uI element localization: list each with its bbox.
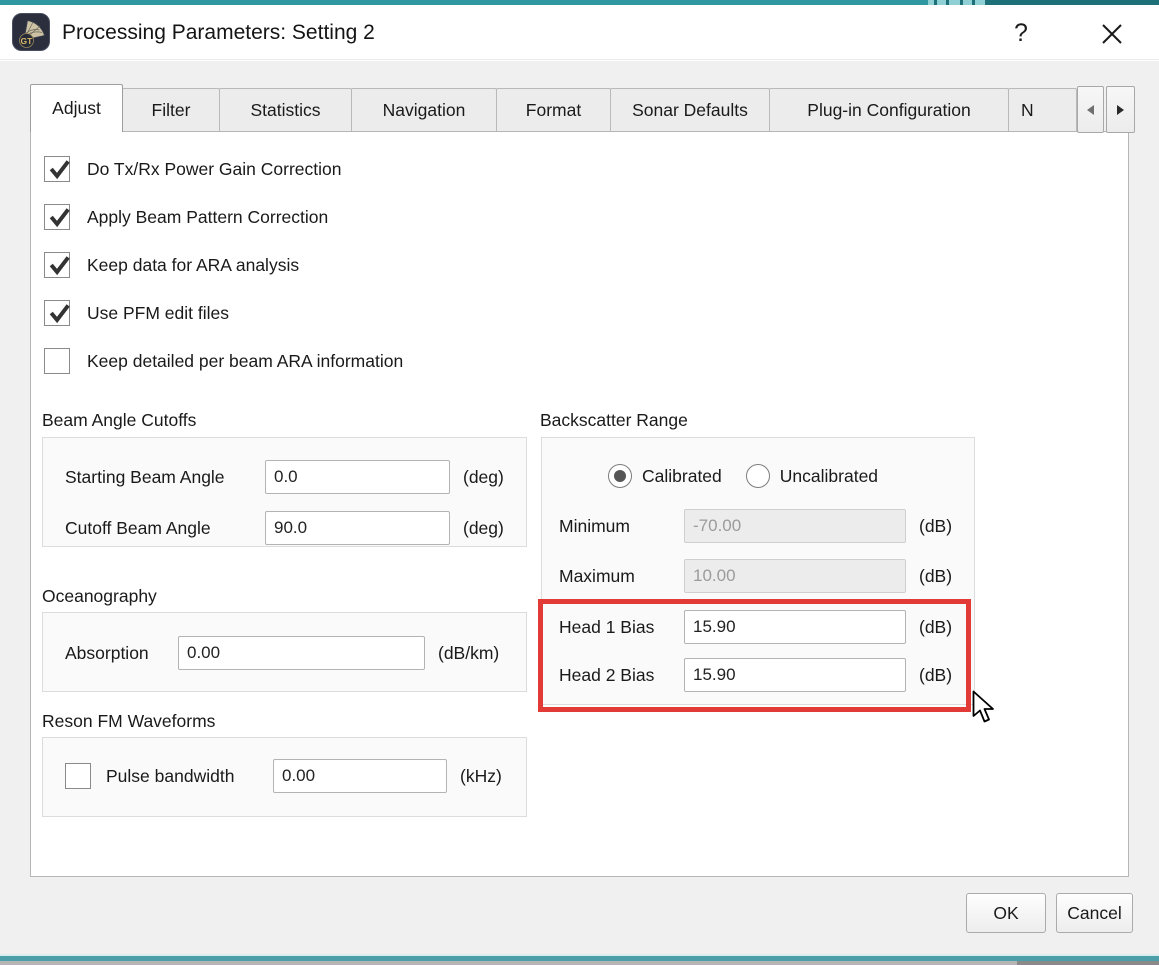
field-row-starting-beam-angle: Starting Beam Angle (deg) [65,459,504,495]
checkbox-pulse-bandwidth[interactable] [65,763,91,789]
chevron-left-icon [1086,104,1095,116]
radio-uncalibrated[interactable] [746,464,770,488]
field-unit: (kHz) [460,766,502,787]
radio-label: Calibrated [642,466,722,487]
ok-button[interactable]: OK [966,893,1046,933]
maximum-db-input [684,559,906,593]
tab-navigation[interactable]: Navigation [351,88,497,131]
checkbox-row-ara-analysis: Keep data for ARA analysis [44,250,299,280]
group-title-backscatter: Backscatter Range [540,410,688,431]
close-icon [1100,22,1124,46]
check-icon [46,203,74,231]
field-label: Pulse bandwidth [106,766,273,787]
field-label: Minimum [559,516,684,537]
field-row-minimum: Minimum (dB) [559,508,952,544]
field-row-absorption: Absorption (dB/km) [65,635,499,671]
field-unit: (deg) [463,518,504,539]
bottom-edge-strip [0,961,1159,965]
group-title-reson-fm: Reson FM Waveforms [42,711,215,732]
field-row-pulse-bandwidth: Pulse bandwidth (kHz) [65,758,502,794]
checkbox-row-pfm-edit: Use PFM edit files [44,298,229,328]
window-title: Processing Parameters: Setting 2 [62,5,375,60]
bottom-edge-strip-dark [1017,961,1159,965]
checkbox-label: Do Tx/Rx Power Gain Correction [87,159,342,180]
title-bar: GT Processing Parameters: Setting 2 ? [0,5,1159,60]
mouse-cursor-icon [972,690,998,729]
group-box-reson-fm: Pulse bandwidth (kHz) [42,737,527,817]
group-box-beam-angle: Starting Beam Angle (deg) Cutoff Beam An… [42,437,527,547]
tab-format[interactable]: Format [496,88,611,131]
tab-partial-clipped[interactable]: N [1008,88,1077,131]
radio-calibrated[interactable] [608,464,632,488]
field-unit: (dB) [919,516,952,537]
field-row-maximum: Maximum (dB) [559,558,952,594]
check-icon [46,299,74,327]
field-label: Starting Beam Angle [65,467,265,488]
minimum-db-input [684,509,906,543]
pulse-bandwidth-input[interactable] [273,759,447,793]
tab-plugin-configuration[interactable]: Plug-in Configuration [769,88,1009,131]
help-button[interactable]: ? [1003,15,1039,51]
field-unit: (dB) [919,566,952,587]
checkbox-detailed-ara[interactable] [44,348,70,374]
tab-adjust[interactable]: Adjust [30,84,123,132]
field-unit: (deg) [463,467,504,488]
checkbox-label: Keep data for ARA analysis [87,255,299,276]
check-icon [46,251,74,279]
check-icon [46,155,74,183]
checkbox-label: Keep detailed per beam ARA information [87,351,403,372]
field-label: Maximum [559,566,684,587]
tab-statistics[interactable]: Statistics [219,88,352,131]
checkbox-pfm-edit[interactable] [44,300,70,326]
field-label: Cutoff Beam Angle [65,518,265,539]
close-button[interactable] [1092,17,1132,51]
group-title-beam-angle: Beam Angle Cutoffs [42,410,196,431]
checkbox-power-gain[interactable] [44,156,70,182]
field-row-cutoff-beam-angle: Cutoff Beam Angle (deg) [65,510,504,546]
checkbox-row-power-gain: Do Tx/Rx Power Gain Correction [44,154,342,184]
field-label: Absorption [65,643,178,664]
checkbox-label: Use PFM edit files [87,303,229,324]
checkbox-label: Apply Beam Pattern Correction [87,207,328,228]
cancel-button[interactable]: Cancel [1056,893,1133,933]
checkbox-beam-pattern[interactable] [44,204,70,230]
absorption-input[interactable] [178,636,425,670]
tab-sonar-defaults[interactable]: Sonar Defaults [610,88,770,131]
tab-filter[interactable]: Filter [122,88,220,131]
checkbox-row-beam-pattern: Apply Beam Pattern Correction [44,202,328,232]
calibration-radio-group: Calibrated Uncalibrated [608,464,878,488]
chevron-right-icon [1116,104,1125,116]
tab-scroll-right-button[interactable] [1106,86,1135,133]
cutoff-beam-angle-input[interactable] [265,511,450,545]
radio-label: Uncalibrated [780,466,878,487]
processing-parameters-dialog: GT Processing Parameters: Setting 2 ? Ad… [0,0,1159,965]
checkbox-row-detailed-ara: Keep detailed per beam ARA information [44,346,403,376]
checkbox-ara-analysis[interactable] [44,252,70,278]
starting-beam-angle-input[interactable] [265,460,450,494]
svg-text:GT: GT [21,36,34,46]
highlight-rectangle [538,599,971,712]
app-icon: GT [12,13,50,51]
tab-scroll-left-button[interactable] [1077,86,1104,133]
group-title-oceanography: Oceanography [42,586,157,607]
field-unit: (dB/km) [438,643,499,664]
group-box-oceanography: Absorption (dB/km) [42,612,527,692]
